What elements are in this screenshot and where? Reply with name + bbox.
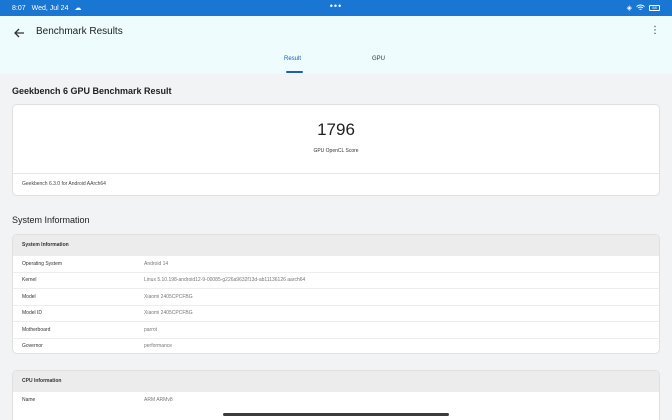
- result-heading: Geekbench 6 GPU Benchmark Result: [12, 86, 172, 96]
- status-dots: •••: [329, 1, 343, 11]
- wifi-icon: [636, 4, 645, 13]
- score-value: 1796: [317, 120, 355, 139]
- tab-gpu[interactable]: GPU: [372, 56, 385, 62]
- cloud-icon: ☁: [74, 5, 82, 12]
- card-header: System Information: [13, 235, 659, 255]
- back-arrow-icon[interactable]: [10, 24, 28, 42]
- divider: [13, 173, 659, 174]
- table-row: Model Xiaomi 2405CPCFBG: [13, 288, 659, 305]
- row-value: Linux 5.10.198-android12-9-00085-g226a96…: [144, 277, 306, 284]
- app-bar: Benchmark Results ⋮ Result GPU: [0, 16, 672, 74]
- status-bar: 8:07 Wed, Jul 24 ☁ ••• ◈ 58: [0, 0, 672, 16]
- system-info-card: System Information Operating System Andr…: [12, 234, 660, 354]
- row-value: Android 14: [144, 260, 169, 267]
- system-info-heading: System Information: [12, 215, 90, 225]
- row-key: Motherboard: [22, 326, 51, 333]
- more-options-icon[interactable]: ⋮: [650, 26, 660, 36]
- table-row: Model ID Xiaomi 2405CPCFBG: [13, 304, 659, 322]
- gesture-bar[interactable]: [223, 413, 449, 416]
- page-title: Benchmark Results: [36, 26, 123, 37]
- table-row: Governor performance: [13, 337, 659, 354]
- results-content[interactable]: Geekbench 6 GPU Benchmark Result 1796 GP…: [0, 74, 672, 420]
- location-icon: ◈: [626, 5, 632, 12]
- row-key: Operating System: [22, 260, 63, 267]
- row-key: Kernel: [22, 277, 37, 284]
- row-value: parrot: [144, 326, 158, 333]
- status-time: 8:07: [12, 4, 26, 12]
- tab-result[interactable]: Result: [284, 56, 301, 62]
- row-key: Name: [22, 396, 36, 403]
- tab-indicator: [286, 71, 303, 73]
- benchmark-version: Geekbench 6.3.0 for Android AArch64: [22, 181, 106, 187]
- score-card: 1796 GPU OpenCL Score Geekbench 6.3.0 fo…: [12, 104, 660, 196]
- battery-icon: 58: [649, 5, 660, 11]
- table-row: Name ARM ARMv8: [13, 391, 659, 408]
- status-date: Wed, Jul 24: [31, 4, 69, 12]
- row-value: performance: [144, 343, 173, 350]
- row-key: Model ID: [22, 310, 43, 317]
- table-row: Kernel Linux 5.10.198-android12-9-00085-…: [13, 271, 659, 289]
- row-key: Governor: [22, 343, 43, 350]
- table-row: Motherboard parrot: [13, 321, 659, 338]
- row-value: Xiaomi 2405CPCFBG: [144, 293, 193, 300]
- table-row: Operating System Android 14: [13, 255, 659, 272]
- card-header: CPU Information: [13, 371, 659, 391]
- row-value: ARM ARMv8: [144, 396, 173, 403]
- row-value: Xiaomi 2405CPCFBG: [144, 310, 193, 317]
- row-key: Model: [22, 293, 36, 300]
- score-label: GPU OpenCL Score: [313, 148, 359, 154]
